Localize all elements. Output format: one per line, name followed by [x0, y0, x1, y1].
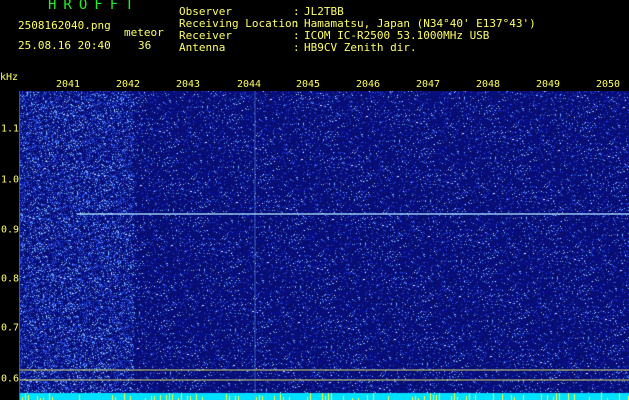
app-title: HROFFT — [48, 0, 141, 13]
y-tick-0.6: 0.6 — [1, 373, 20, 385]
x-tick-2042: 2042 — [115, 79, 141, 90]
y-tick-0.7: 0.7 — [1, 322, 20, 334]
x-tick-2046: 2046 — [355, 79, 381, 90]
datetime: 25.08.16 20:40 — [18, 39, 111, 52]
filename: 2508162040.png — [18, 19, 111, 32]
y-tick-1.1: 1.1 — [1, 123, 20, 135]
x-tick-2041: 2041 — [55, 79, 81, 90]
meteor-count: 36 — [138, 39, 152, 52]
x-tick-2049: 2049 — [535, 79, 561, 90]
y-axis-unit: kHz — [0, 72, 19, 83]
info-antenna-colon: : — [293, 41, 300, 54]
info-antenna-label: Antenna — [179, 41, 226, 54]
x-tick-2047: 2047 — [415, 79, 441, 90]
y-tick-1.0: 1.0 — [1, 174, 20, 186]
x-tick-2045: 2045 — [295, 79, 321, 90]
x-tick-2043: 2043 — [175, 79, 201, 90]
info-antenna-value: HB9CV Zenith dir. — [304, 41, 417, 54]
meteor-label: meteor — [124, 26, 164, 39]
x-tick-2050: 2050 — [595, 79, 621, 90]
x-tick-2048: 2048 — [475, 79, 501, 90]
y-tick-0.9: 0.9 — [1, 224, 20, 236]
spectrogram-overlay — [19, 91, 629, 400]
spectrogram-display — [19, 91, 629, 400]
x-tick-2044: 2044 — [236, 79, 262, 90]
y-tick-0.8: 0.8 — [1, 273, 20, 285]
